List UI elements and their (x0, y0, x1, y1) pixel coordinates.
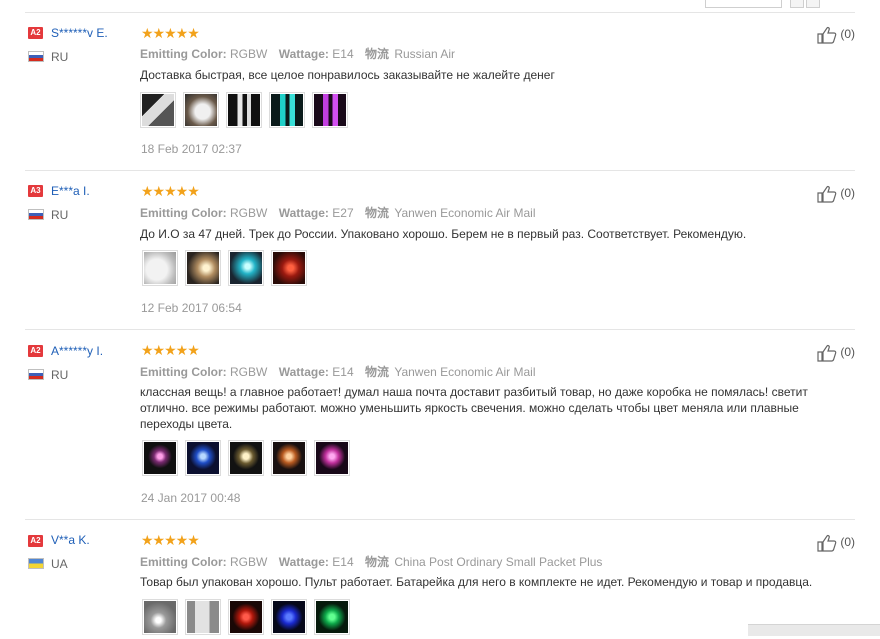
buyer-country: RU (51, 208, 69, 222)
buyer-country: RU (51, 368, 69, 382)
review-photo[interactable] (269, 92, 305, 128)
thumbs-up-icon (817, 345, 837, 362)
buyer-level-badge: A2 (28, 345, 43, 357)
review-date: 18 Feb 2017 02:37 (141, 142, 242, 156)
attr-color-label: Emitting Color: (140, 555, 227, 569)
review-text: До И.О за 47 дней. Трек до России. Упако… (140, 227, 747, 241)
review-photo[interactable] (226, 92, 262, 128)
review-date: 12 Feb 2017 06:54 (141, 301, 242, 315)
buyer-name: A******y I. (51, 344, 104, 358)
review-photo[interactable] (312, 92, 348, 128)
review-photo[interactable] (185, 250, 221, 286)
country-flag-icon (28, 558, 44, 569)
review-text: классная вещь! а главное работает! думал… (140, 385, 808, 431)
attr-shipping-label: 物流 (364, 47, 389, 61)
rating-stars: ★★★★★ (141, 25, 200, 41)
attr-color-value: RGBW (230, 47, 268, 61)
attr-color-label: Emitting Color: (140, 365, 227, 379)
review-date: 24 Jan 2017 00:48 (141, 491, 241, 505)
rating-stars: ★★★★★ (141, 183, 200, 199)
review-photo[interactable] (142, 599, 178, 635)
review-item: A3 E***a I. RU ★★★★★ Emitting Color: RGB… (25, 171, 855, 330)
attr-color-label: Emitting Color: (140, 47, 227, 61)
attr-color-value: RGBW (230, 206, 268, 220)
footer-bar (748, 624, 880, 636)
attr-color-value: RGBW (230, 555, 268, 569)
helpful-count: (0) (840, 27, 856, 42)
review-item: A2 S******v E. RU ★★★★★ Emitting Color: … (25, 12, 855, 171)
thumbs-up-icon (817, 535, 837, 552)
helpful-button[interactable]: (0) (817, 534, 855, 552)
buyer-name: E***a I. (51, 184, 90, 198)
attr-shipping-label: 物流 (364, 555, 389, 569)
review-photo[interactable] (228, 440, 264, 476)
review-photo[interactable] (185, 440, 221, 476)
review-photo[interactable] (271, 440, 307, 476)
country-flag-icon (28, 369, 44, 380)
country-flag-icon (28, 209, 44, 220)
attr-shipping-value: China Post Ordinary Small Packet Plus (394, 555, 603, 569)
attr-wattage-label: Wattage: (278, 365, 329, 379)
prev-page-button[interactable] (790, 0, 804, 8)
attr-shipping-value: Russian Air (394, 47, 456, 61)
thumbs-up-icon (817, 27, 837, 44)
helpful-count: (0) (840, 186, 856, 201)
buyer-level-badge: A2 (28, 535, 43, 547)
buyer-country: UA (51, 557, 68, 571)
review-photo[interactable] (142, 440, 178, 476)
attr-wattage-value: E14 (332, 555, 354, 569)
review-photo[interactable] (314, 599, 350, 635)
attr-wattage-label: Wattage: (278, 47, 329, 61)
thumbs-up-icon (817, 186, 837, 203)
buyer-country: RU (51, 50, 69, 64)
sort-select[interactable] (705, 0, 782, 8)
rating-stars: ★★★★★ (141, 532, 200, 548)
order-attributes: Emitting Color: RGBW Wattage: E27 物流 Yan… (140, 204, 536, 221)
helpful-button[interactable]: (0) (817, 185, 855, 203)
country-flag-icon (28, 51, 44, 62)
attr-shipping-value: Yanwen Economic Air Mail (394, 365, 536, 379)
buyer-level-badge: A2 (28, 27, 43, 39)
buyer-name: V**a K. (51, 533, 90, 547)
helpful-count: (0) (840, 345, 856, 360)
order-attributes: Emitting Color: RGBW Wattage: E14 物流 Yan… (140, 363, 536, 380)
review-photo[interactable] (271, 599, 307, 635)
next-page-button[interactable] (806, 0, 820, 8)
rating-stars: ★★★★★ (141, 342, 200, 358)
attr-shipping-value: Yanwen Economic Air Mail (394, 206, 536, 220)
review-item: A2 V**a K. UA ★★★★★ Emitting Color: RGBW… (25, 520, 855, 635)
review-text: Товар был упакован хорошо. Пульт работае… (140, 575, 813, 589)
review-photo[interactable] (183, 92, 219, 128)
review-photo[interactable] (185, 599, 221, 635)
review-photo[interactable] (271, 250, 307, 286)
review-text: Доставка быстрая, все целое понравилось … (140, 68, 555, 82)
attr-wattage-value: E14 (332, 47, 354, 61)
attr-wattage-label: Wattage: (278, 206, 329, 220)
attr-wattage-label: Wattage: (278, 555, 329, 569)
helpful-button[interactable]: (0) (817, 344, 855, 362)
helpful-button[interactable]: (0) (817, 26, 855, 44)
attr-wattage-value: E14 (332, 365, 354, 379)
order-attributes: Emitting Color: RGBW Wattage: E14 物流 Chi… (140, 553, 602, 570)
helpful-count: (0) (840, 535, 856, 550)
review-photo[interactable] (314, 440, 350, 476)
review-photo[interactable] (142, 250, 178, 286)
attr-shipping-label: 物流 (364, 365, 389, 379)
review-photo[interactable] (228, 250, 264, 286)
buyer-level-badge: A3 (28, 185, 43, 197)
order-attributes: Emitting Color: RGBW Wattage: E14 物流 Rus… (140, 45, 455, 62)
buyer-name: S******v E. (51, 26, 108, 40)
attr-wattage-value: E27 (332, 206, 354, 220)
review-item: A2 A******y I. RU ★★★★★ Emitting Color: … (25, 330, 855, 520)
review-photo[interactable] (140, 92, 176, 128)
attr-color-label: Emitting Color: (140, 206, 227, 220)
attr-color-value: RGBW (230, 365, 268, 379)
attr-shipping-label: 物流 (364, 206, 389, 220)
review-photo[interactable] (228, 599, 264, 635)
